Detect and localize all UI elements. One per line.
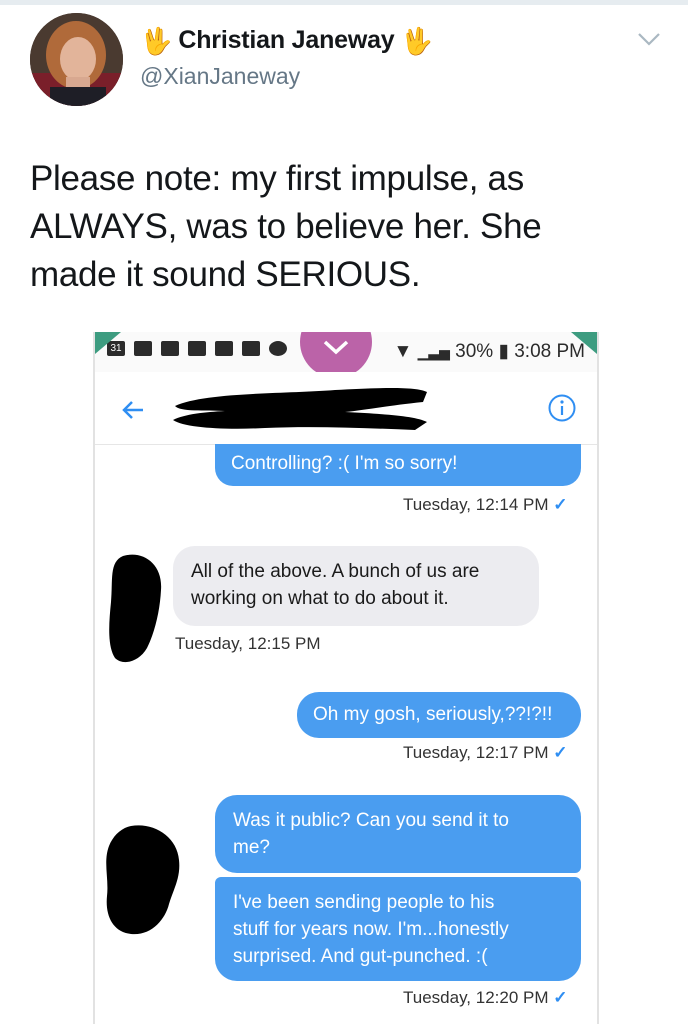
timestamp-text: Tuesday, 12:20 PM <box>403 988 549 1007</box>
message-text-line: I've been sending people to his <box>233 892 495 913</box>
status-time: 3:08 PM <box>514 341 585 362</box>
battery-icon: ▮ <box>498 341 509 362</box>
alarm-icon <box>269 341 287 356</box>
message-bubble-outgoing[interactable]: Was it public? Can you send it to me? <box>215 795 581 873</box>
message-timestamp: Tuesday, 12:20 PM ✓ <box>403 988 568 1008</box>
back-arrow-icon[interactable] <box>121 400 145 420</box>
gallery-icon <box>242 341 260 356</box>
user-name-row[interactable]: 🖖 Christian Janeway 🖖 <box>140 26 433 55</box>
battery-percent: 30% <box>455 341 494 362</box>
user-handle[interactable]: @XianJaneway <box>140 63 300 90</box>
message-bubble-outgoing[interactable]: I've been sending people to his stuff fo… <box>215 877 581 981</box>
tweet-text: Please note: my first impulse, as ALWAYS… <box>30 155 660 299</box>
square-icon <box>161 341 179 356</box>
signal-icon: ▁▃▅ <box>417 344 450 360</box>
message-text: Oh my gosh, seriously,??!?!! <box>313 704 553 725</box>
display-name[interactable]: Christian Janeway <box>178 26 394 55</box>
avatar[interactable] <box>30 13 123 106</box>
redacted-avatar <box>109 554 162 663</box>
avatar-image <box>30 13 123 106</box>
message-timestamp: Tuesday, 12:15 PM <box>175 634 321 654</box>
timestamp-text: Tuesday, 12:17 PM <box>403 743 549 762</box>
tweet-text-line: Please note: my first impulse, as <box>30 159 524 198</box>
square-icon <box>134 341 152 356</box>
conversation-header <box>95 372 597 445</box>
redacted-contact-name <box>173 388 427 430</box>
message-text-line: Was it public? Can you send it to <box>233 810 509 831</box>
status-bar: 31 ▼ ▁▃▅ 30% ▮ 3:08 PM <box>95 332 597 378</box>
message-bubble-outgoing[interactable]: Oh my gosh, seriously,??!?!! <box>297 692 581 738</box>
app-icon <box>188 341 206 356</box>
notification-icons: 31 <box>107 341 287 356</box>
delivered-check-icon: ✓ <box>553 988 568 1007</box>
message-text-line: surprised. And gut-punched. :( <box>233 946 488 967</box>
message-text: Controlling? :( I'm so sorry! <box>231 453 458 474</box>
message-icon <box>215 341 233 356</box>
timestamp-text: Tuesday, 12:14 PM <box>403 495 549 514</box>
redacted-avatar <box>106 825 180 935</box>
tweet-text-line: ALWAYS, was to believe her. She <box>30 207 542 246</box>
message-timestamp: Tuesday, 12:14 PM ✓ <box>403 495 568 515</box>
status-right: ▼ ▁▃▅ 30% ▮ 3:08 PM <box>393 340 585 363</box>
message-text-line: me? <box>233 837 270 858</box>
vulcan-salute-icon: 🖖 <box>400 25 433 56</box>
message-timestamp: Tuesday, 12:17 PM ✓ <box>403 743 568 763</box>
chevron-down-icon[interactable] <box>636 30 662 48</box>
calendar-icon: 31 <box>107 341 125 356</box>
delivered-check-icon: ✓ <box>553 495 568 514</box>
wifi-icon: ▼ <box>393 341 413 362</box>
timestamp-text: Tuesday, 12:15 PM <box>175 634 321 653</box>
top-divider <box>0 0 688 5</box>
delivered-check-icon: ✓ <box>553 743 568 762</box>
message-bubble-outgoing[interactable]: Controlling? :( I'm so sorry! <box>215 444 581 486</box>
tweet-text-line: made it sound SERIOUS. <box>30 255 421 294</box>
chevron-down-icon <box>323 340 349 355</box>
info-icon[interactable] <box>547 393 577 423</box>
message-text-line: working on what to do about it. <box>191 588 449 609</box>
message-bubble-incoming[interactable]: All of the above. A bunch of us are work… <box>173 546 539 626</box>
message-text-line: stuff for years now. I'm...honestly <box>233 919 509 940</box>
vulcan-salute-icon: 🖖 <box>140 25 173 56</box>
message-text-line: All of the above. A bunch of us are <box>191 561 480 582</box>
attached-screenshot[interactable]: 31 ▼ ▁▃▅ 30% ▮ 3:08 PM Controlling?:(I… <box>93 332 599 1024</box>
